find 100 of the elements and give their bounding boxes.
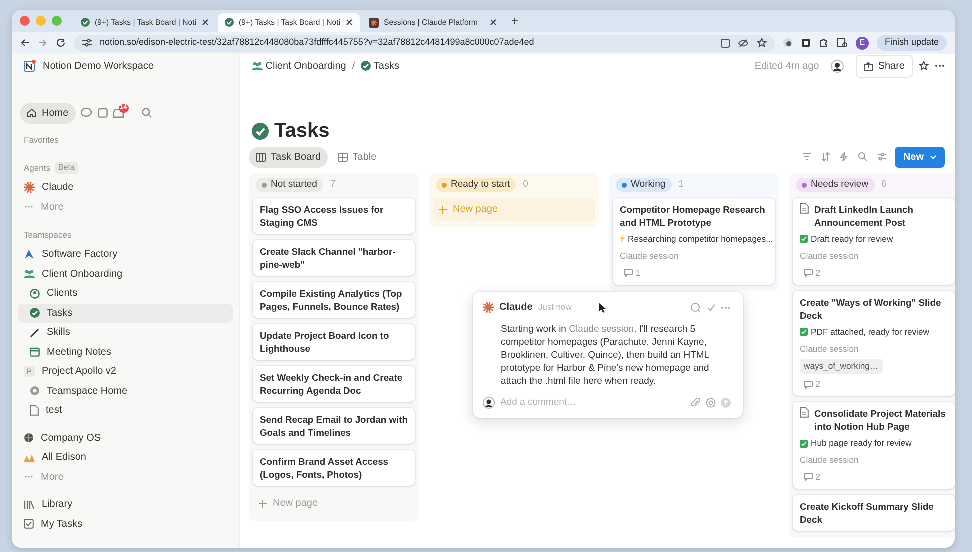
lightning-icon[interactable] xyxy=(839,152,850,162)
session-label: Claude session xyxy=(620,250,680,263)
new-button[interactable]: New xyxy=(895,146,945,168)
sidebar-item[interactable]: Teamspace Home xyxy=(18,382,233,401)
close-icon[interactable] xyxy=(202,19,209,26)
sidebar-item[interactable]: All Edison xyxy=(18,448,233,468)
notion-logo-icon[interactable] xyxy=(24,60,36,72)
task-card[interactable]: Send Recap Email to Jordan with Goals and Timelines xyxy=(253,408,415,444)
pencil-icon xyxy=(30,328,40,338)
card-count: 7 xyxy=(330,178,336,192)
section-heading: Favorites xyxy=(24,134,59,146)
person-circle-icon xyxy=(30,288,40,299)
forward-icon[interactable] xyxy=(38,38,48,48)
card-count: 6 xyxy=(882,178,887,192)
filter-icon[interactable] xyxy=(802,152,812,162)
extension-icon[interactable] xyxy=(782,38,793,48)
sidebar-item[interactable]: Claude xyxy=(18,178,233,198)
card-title: Consolidate Project Materials into Notion Hub Page xyxy=(814,407,947,434)
sort-icon[interactable] xyxy=(820,152,831,162)
home-button[interactable]: Home xyxy=(20,102,76,124)
sidebar-item[interactable]: test xyxy=(18,401,233,420)
close-icon[interactable] xyxy=(346,19,353,26)
page-title: Tasks xyxy=(274,119,330,143)
plus-icon xyxy=(259,500,267,508)
task-card[interactable]: Competitor Homepage Research and HTML Prototype Researching competitor homepages... Claude session 1 xyxy=(613,198,775,285)
reload-icon[interactable] xyxy=(56,38,66,48)
people-icon xyxy=(24,269,35,280)
checkmark-icon[interactable] xyxy=(706,304,716,312)
task-card[interactable]: Update Project Board Icon to Lighthouse xyxy=(253,324,415,360)
settings-icon[interactable] xyxy=(876,152,887,162)
chat-icon[interactable] xyxy=(81,108,92,118)
sidebar-item[interactable]: Software Factory xyxy=(18,245,233,264)
task-card[interactable]: Flag SSO Access Issues for Staging CMS xyxy=(253,198,415,234)
status-tag[interactable]: Working xyxy=(616,178,672,192)
puzzle-icon[interactable] xyxy=(818,38,829,48)
sidebar-item[interactable]: Client Onboarding xyxy=(18,264,233,284)
star-icon[interactable] xyxy=(919,61,929,71)
task-card[interactable]: Compile Existing Analytics (Top Pages, Funnels, Bounce Rates) xyxy=(253,282,415,318)
zoom-window-button[interactable] xyxy=(52,16,62,26)
share-icon xyxy=(864,62,874,70)
task-card[interactable]: Draft LinkedIn Launch Announcement Post Draft ready for review Claude session 2 xyxy=(793,198,955,285)
globe-icon xyxy=(24,433,34,444)
card-title: Create "Ways of Working" Slide Deck xyxy=(800,296,942,322)
star-icon[interactable] xyxy=(756,38,767,48)
sidebar-item[interactable]: Company OS xyxy=(18,428,233,448)
eye-slash-icon[interactable] xyxy=(738,38,749,48)
check-circle-icon xyxy=(252,122,269,140)
task-card[interactable]: Consolidate Project Materials into Notion Hub Page Hub page ready for review Claude session 2 xyxy=(793,402,955,489)
status-tag[interactable]: Ready to start xyxy=(436,178,516,192)
check-circle-icon xyxy=(225,18,234,27)
breadcrumb-separator: / xyxy=(352,60,356,74)
back-icon[interactable] xyxy=(20,38,30,48)
address-bar[interactable]: notion.so/edison-electric-test/32af78812c448080ba73fdfffc445755?v=32af78812c4481499a8c000c07ade4ed xyxy=(74,34,775,52)
task-card[interactable]: Confirm Brand Asset Access (Logos, Fonts, Photos) xyxy=(253,450,415,486)
view-tab[interactable]: Task Board xyxy=(249,146,328,168)
task-card[interactable]: Create "Ways of Working" Slide Deck PDF attached, ready for review Claude session ways_of_working… 2 xyxy=(793,290,955,396)
view-tab[interactable]: Table xyxy=(330,146,384,168)
inbox-icon[interactable] xyxy=(113,108,124,118)
close-icon[interactable] xyxy=(490,19,497,26)
session-link[interactable]: Claude session xyxy=(569,324,634,335)
close-window-button[interactable] xyxy=(20,16,30,26)
status-label: Working xyxy=(631,178,666,192)
sidebar-item[interactable]: Meeting Notes xyxy=(18,342,233,362)
asterisk-icon xyxy=(483,302,494,313)
sidebar-item[interactable]: My Tasks xyxy=(18,514,233,534)
card-title: Competitor Homepage Research and HTML Prototype xyxy=(620,203,766,229)
status-tag[interactable]: Needs review xyxy=(796,178,875,192)
search-icon[interactable] xyxy=(142,108,152,118)
profile-avatar[interactable]: E xyxy=(856,36,869,50)
status-label: Needs review xyxy=(811,178,869,192)
url-text: notion.so/edison-electric-test/32af78812c448080ba73fdfffc445755?v=32af78812c4481499a8c000c07ade4ed xyxy=(100,36,536,50)
sidebar-item[interactable]: Library xyxy=(18,495,233,514)
status-tag[interactable]: Not started xyxy=(256,178,324,192)
file-attachment[interactable]: ways_of_working… xyxy=(800,359,883,374)
comment-icon xyxy=(804,269,813,278)
new-tab-button[interactable]: + xyxy=(506,12,524,30)
check-circle-icon xyxy=(361,61,372,71)
card-title: Create Kickoff Summary Slide Deck xyxy=(800,500,935,526)
home-icon xyxy=(27,108,37,118)
sidebar-item[interactable]: Tasks xyxy=(18,304,233,323)
task-card[interactable]: Set Weekly Check-in and Create Recurring Agenda Doc xyxy=(253,366,415,402)
extension-icon[interactable] xyxy=(800,38,811,48)
sidebar-item[interactable]: Skills xyxy=(18,323,233,342)
breadcrumb-link[interactable]: Client Onboarding xyxy=(252,58,346,74)
breadcrumb-link[interactable]: Tasks xyxy=(361,58,400,74)
finish-update-button[interactable]: Finish update xyxy=(876,35,947,51)
reading-list-icon[interactable] xyxy=(836,38,848,48)
checkbox-icon xyxy=(800,328,808,336)
workspace-name[interactable]: Notion Demo Workspace xyxy=(43,58,154,74)
site-settings-icon[interactable] xyxy=(82,39,92,47)
search-icon[interactable] xyxy=(858,152,868,162)
sidebar-item[interactable]: Clients xyxy=(18,284,233,304)
more-icon[interactable] xyxy=(935,64,945,68)
task-card[interactable]: Create Kickoff Summary Slide Deck xyxy=(793,494,955,531)
task-card[interactable]: Create Slack Channel "harbor-pine-web" xyxy=(253,240,415,276)
books-icon xyxy=(24,500,35,510)
comment-input[interactable]: Add a comment… xyxy=(500,396,686,410)
share-button[interactable]: Share xyxy=(856,54,913,78)
card-title: Create Slack Channel "harbor-pine-web" xyxy=(260,245,397,271)
paperclip-icon[interactable] xyxy=(691,398,700,408)
